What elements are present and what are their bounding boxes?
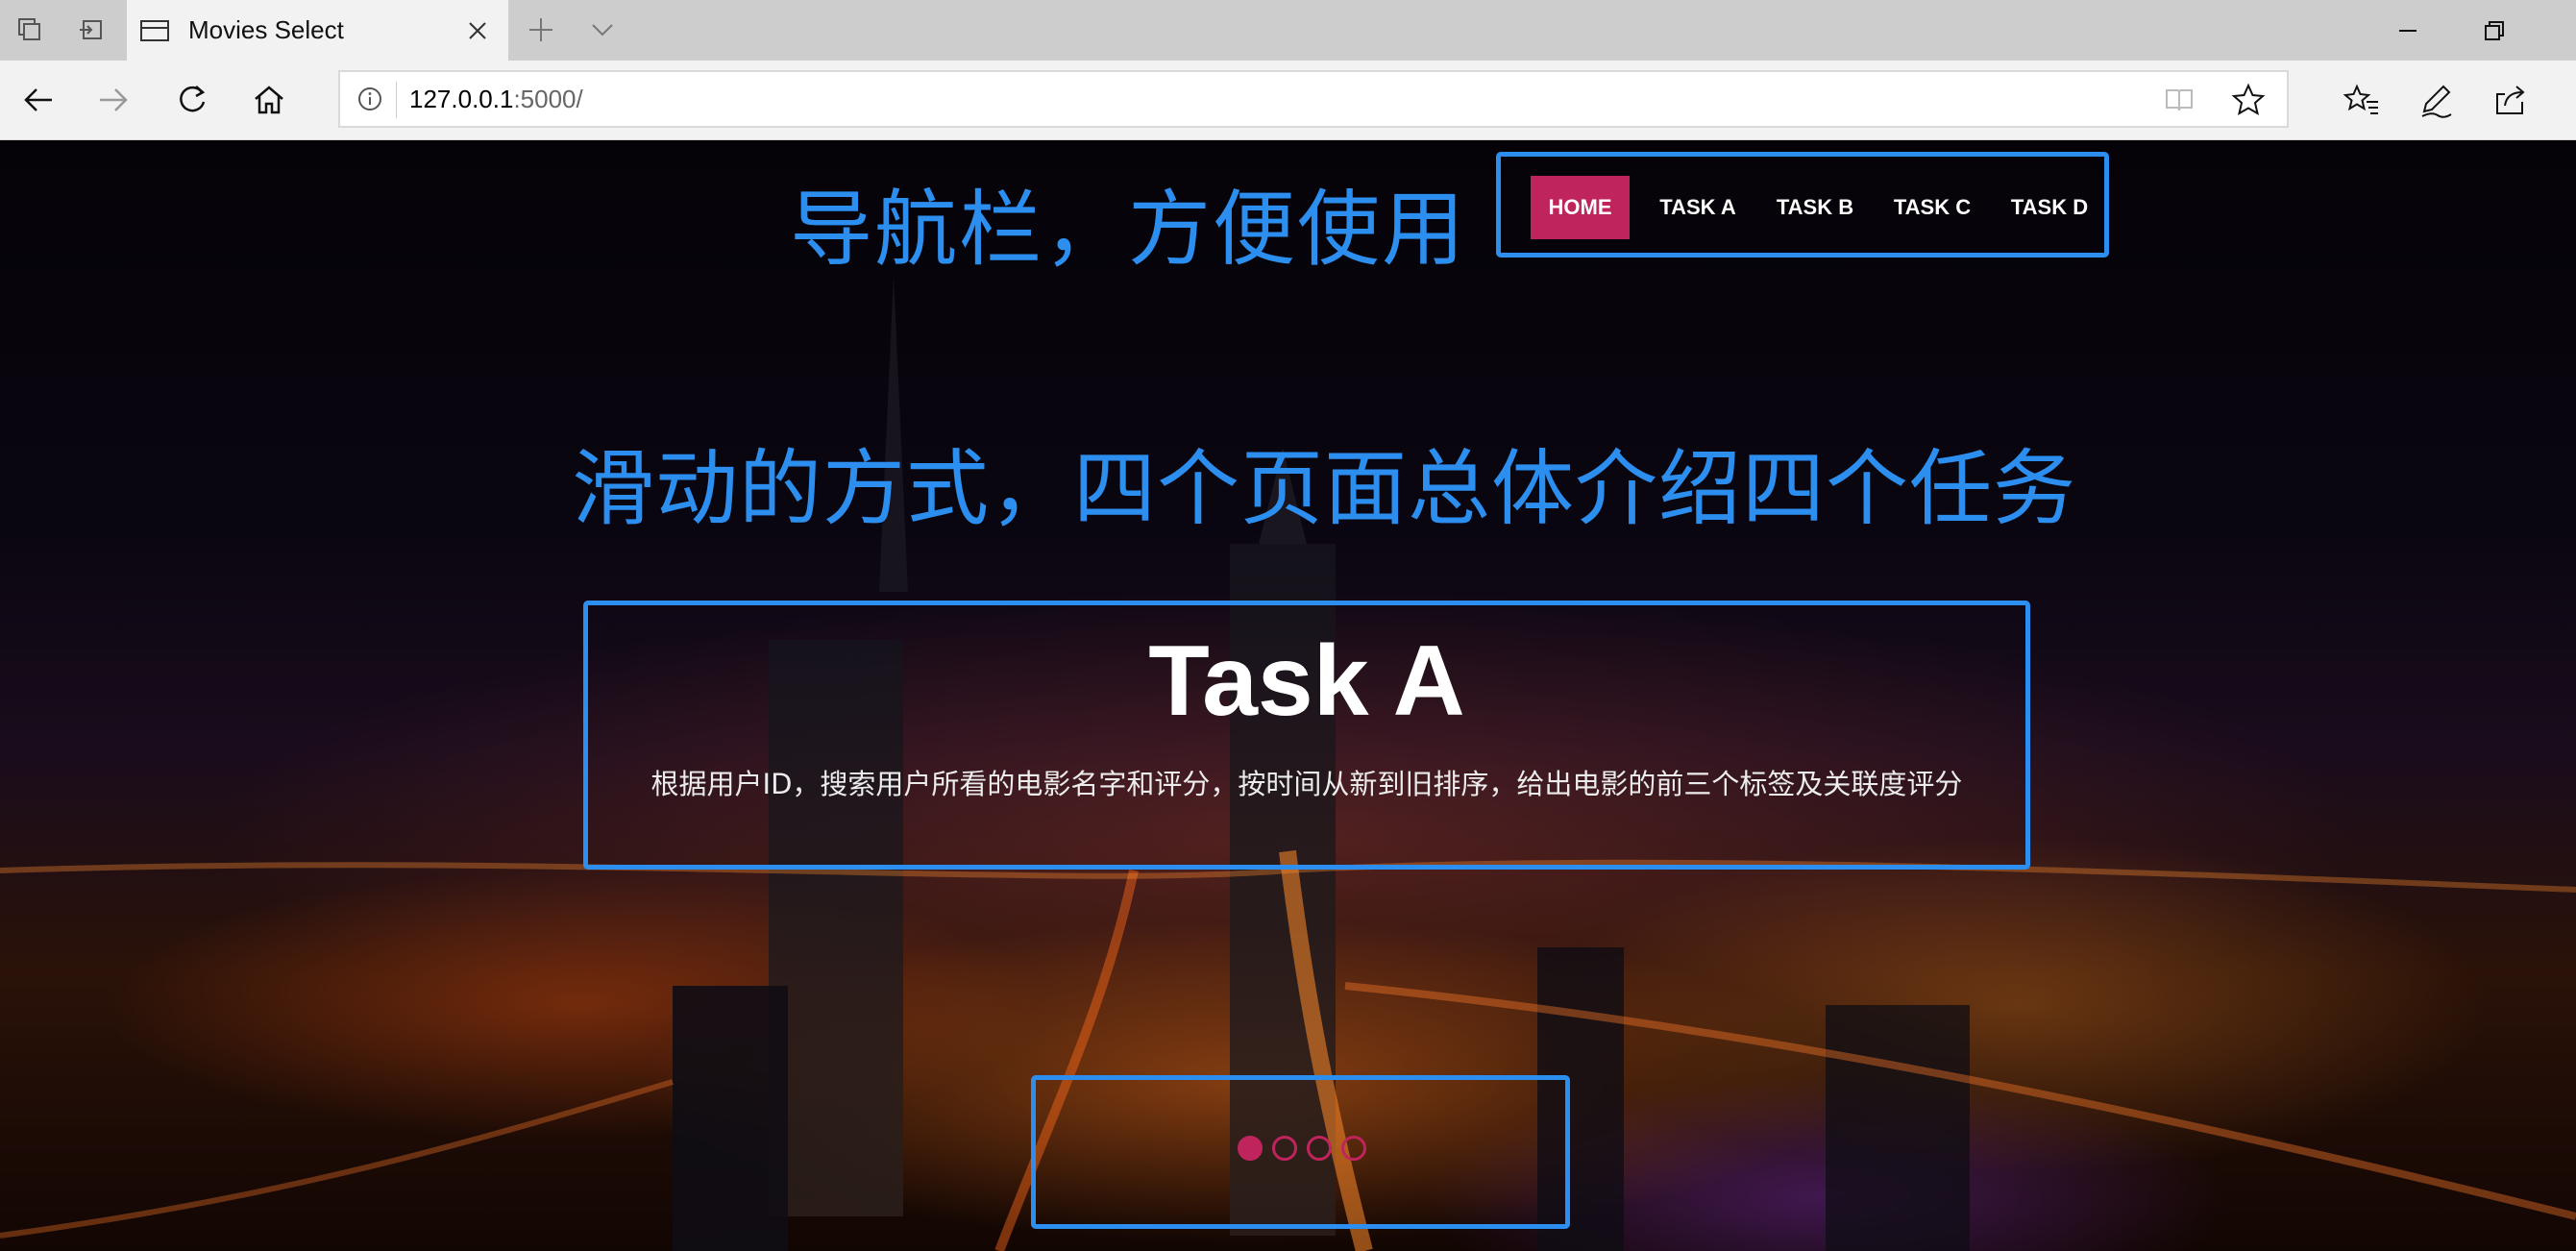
carousel-dot-3[interactable] — [1307, 1136, 1332, 1161]
tab-title: Movies Select — [188, 15, 344, 44]
tab-preview-icon[interactable] — [13, 13, 46, 46]
slide-caption: Task A 根据用户ID，搜索用户所看的电影名字和评分，按时间从新到旧排序，给… — [583, 601, 2030, 870]
close-tab-icon[interactable] — [458, 12, 497, 50]
home-icon[interactable] — [246, 77, 292, 123]
nav-task-b[interactable]: TASK B — [1762, 176, 1868, 239]
pen-icon[interactable] — [2414, 78, 2460, 124]
nav-task-d[interactable]: TASK D — [1997, 176, 2102, 239]
active-tab[interactable]: Movies Select — [127, 0, 508, 61]
hero-carousel: 导航栏，方便使用 HOME TASK A TASK B TASK C TASK … — [0, 140, 2576, 1251]
url-host: 127.0.0.1 — [409, 85, 514, 113]
info-icon[interactable] — [357, 86, 382, 111]
nav-task-c[interactable]: TASK C — [1879, 176, 1985, 239]
carousel-dot-2[interactable] — [1272, 1136, 1297, 1161]
carousel-dot-1[interactable] — [1238, 1136, 1263, 1161]
browser-tab-bar: Movies Select — [0, 0, 2576, 61]
navbar: HOME TASK A TASK B TASK C TASK D — [1496, 152, 2109, 258]
browser-address-bar: 127.0.0.1:5000/ — [0, 61, 2576, 140]
address-url: 127.0.0.1:5000/ — [409, 85, 583, 114]
page-icon — [140, 19, 169, 41]
nav-home[interactable]: HOME — [1531, 176, 1630, 239]
carousel-indicators — [1031, 1075, 1570, 1229]
new-tab-icon[interactable] — [525, 13, 557, 46]
share-icon[interactable] — [2489, 78, 2535, 124]
url-port: :5000/ — [513, 85, 583, 113]
set-aside-tabs-icon[interactable] — [75, 13, 108, 46]
favorites-hub-icon[interactable] — [2339, 78, 2385, 124]
carousel-dot-4[interactable] — [1341, 1136, 1366, 1161]
address-separator — [396, 82, 397, 118]
minimize-icon[interactable] — [2387, 10, 2429, 52]
restore-icon[interactable] — [2473, 10, 2515, 52]
chevron-down-icon[interactable] — [586, 13, 619, 46]
address-input[interactable]: 127.0.0.1:5000/ — [338, 70, 2289, 128]
favorite-star-icon[interactable] — [2231, 83, 2266, 117]
forward-icon[interactable] — [90, 77, 136, 123]
slide-annotation: 滑动的方式，四个页面总体介绍四个任务 — [572, 441, 2076, 537]
nav-task-a[interactable]: TASK A — [1645, 176, 1751, 239]
nav-annotation: 导航栏，方便使用 — [790, 182, 1466, 278]
slide-title: Task A — [1148, 626, 1465, 737]
refresh-icon[interactable] — [169, 77, 215, 123]
reading-view-icon[interactable] — [2164, 85, 2195, 115]
slide-description: 根据用户ID，搜索用户所看的电影名字和评分，按时间从新到旧排序，给出电影的前三个… — [650, 768, 1963, 800]
back-icon[interactable] — [15, 77, 61, 123]
